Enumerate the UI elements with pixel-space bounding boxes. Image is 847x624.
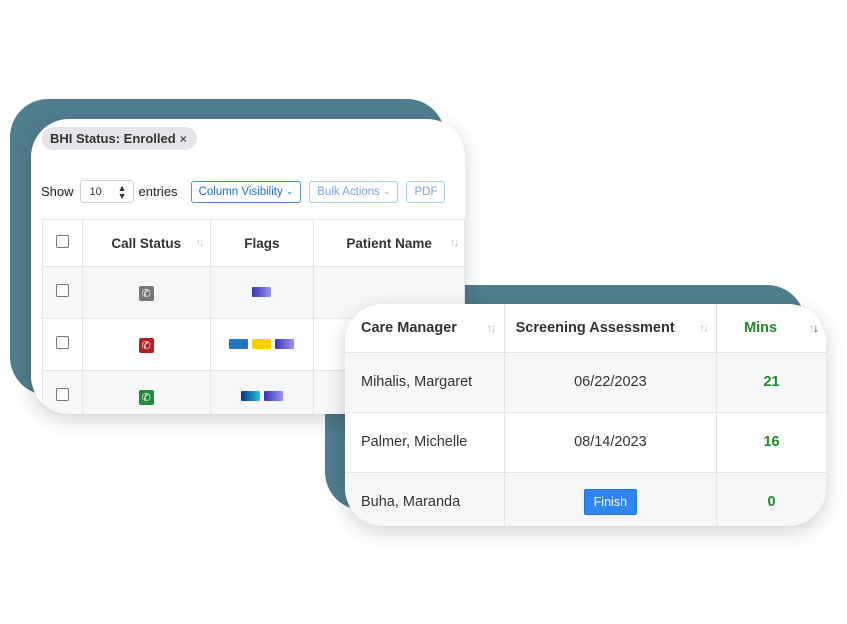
column-visibility-label: Column Visibility: [198, 185, 283, 198]
flags-cell: [209, 318, 315, 371]
call-status-header-label: Call Status: [111, 235, 182, 251]
row-checkbox[interactable]: [56, 283, 69, 297]
entries-label: entries: [138, 184, 178, 199]
flags-header-label: Flags: [244, 235, 280, 251]
patient-name-header[interactable]: Patient Name ↑↓: [313, 219, 465, 267]
phone-icon[interactable]: ✆: [138, 337, 154, 353]
flag-icon: [263, 390, 283, 401]
select-all-header: [42, 219, 83, 267]
mins-header-label: Mins: [744, 319, 778, 336]
finish-button[interactable]: Finish: [583, 489, 638, 515]
phone-icon[interactable]: ✆: [138, 389, 154, 405]
table-row: Mihalis, Margaret 06/22/2023 21: [345, 352, 826, 413]
call-status-cell: ✆: [82, 370, 211, 414]
call-status-cell: ✆: [82, 318, 211, 371]
show-label: Show: [41, 184, 74, 199]
table-controls: Show 10 ▲ ▼ entries Column Visibility ⌄ B…: [41, 180, 446, 203]
row-checkbox[interactable]: [56, 335, 69, 349]
table-header-row: Call Status ↑↓ Flags Patient Name ↑↓: [42, 219, 465, 267]
screening-cell: Finish: [504, 472, 718, 526]
mins-cell: 21: [716, 352, 826, 413]
sort-icon[interactable]: ↑↓: [196, 237, 205, 249]
sort-icon[interactable]: ↑↓: [699, 321, 709, 335]
flag-icon: [275, 338, 295, 349]
entries-select[interactable]: 10 ▲ ▼: [79, 180, 134, 203]
select-all-checkbox[interactable]: [56, 235, 69, 248]
care-manager-cell: Palmer, Michelle: [345, 412, 505, 473]
patient-name-header-label: Patient Name: [346, 235, 432, 251]
sort-icon[interactable]: ↑↓: [487, 321, 497, 335]
column-visibility-button[interactable]: Column Visibility ⌄: [190, 180, 302, 203]
filter-chip[interactable]: BHI Status: Enrolled ×: [42, 127, 197, 150]
care-manager-header-label: Care Manager: [361, 319, 457, 336]
care-manager-header[interactable]: Care Manager ↑↓: [345, 304, 505, 353]
filter-chip-label: BHI Status: Enrolled: [50, 131, 176, 146]
flag-icon: [252, 338, 272, 349]
screening-date-cell: 06/22/2023: [504, 352, 718, 413]
call-status-header[interactable]: Call Status ↑↓: [82, 219, 211, 267]
entries-value: 10: [89, 185, 102, 198]
chevron-down-icon: ⌄: [285, 186, 294, 196]
flag-icon: [252, 286, 272, 297]
bulk-actions-label: Bulk Actions: [317, 185, 380, 198]
flags-cell: [209, 266, 315, 319]
phone-icon[interactable]: ✆: [138, 285, 154, 301]
care-manager-cell: Mihalis, Margaret: [345, 352, 505, 413]
flags-header: Flags: [209, 219, 315, 267]
row-select-cell: [42, 370, 83, 414]
pdf-label: PDF: [414, 185, 438, 198]
chevron-down-icon: ⌄: [382, 186, 391, 196]
mins-cell: 0: [716, 472, 826, 526]
care-manager-card: Care Manager ↑↓ Screening Assessment ↑↓ …: [345, 304, 826, 526]
bulk-actions-button[interactable]: Bulk Actions ⌄: [309, 180, 399, 203]
table-row: Buha, Maranda Finish 0: [345, 472, 826, 526]
screening-header[interactable]: Screening Assessment ↑↓: [504, 304, 718, 353]
pdf-button[interactable]: PDF: [406, 180, 446, 203]
screening-date-cell: 08/14/2023: [504, 412, 718, 473]
flag-icon: [229, 338, 249, 349]
table-header-row: Care Manager ↑↓ Screening Assessment ↑↓ …: [345, 304, 826, 353]
care-manager-table: Care Manager ↑↓ Screening Assessment ↑↓ …: [345, 304, 826, 526]
sort-desc-icon[interactable]: ↑↓: [809, 321, 819, 335]
flags-cell: [209, 370, 315, 414]
sort-caret-icon: ▲ ▼: [117, 182, 127, 201]
call-status-cell: ✆: [82, 266, 211, 319]
mins-cell: 16: [716, 412, 826, 473]
row-select-cell: [42, 318, 83, 371]
sort-icon[interactable]: ↑↓: [450, 237, 459, 249]
row-checkbox[interactable]: [56, 387, 69, 401]
mins-header[interactable]: Mins ↑↓: [716, 304, 826, 353]
row-select-cell: [42, 266, 83, 319]
screening-header-label: Screening Assessment: [515, 319, 675, 336]
table-row: Palmer, Michelle 08/14/2023 16: [345, 412, 826, 473]
care-manager-cell: Buha, Maranda: [345, 472, 505, 526]
close-icon[interactable]: ×: [180, 132, 187, 146]
flag-icon: [240, 390, 260, 401]
